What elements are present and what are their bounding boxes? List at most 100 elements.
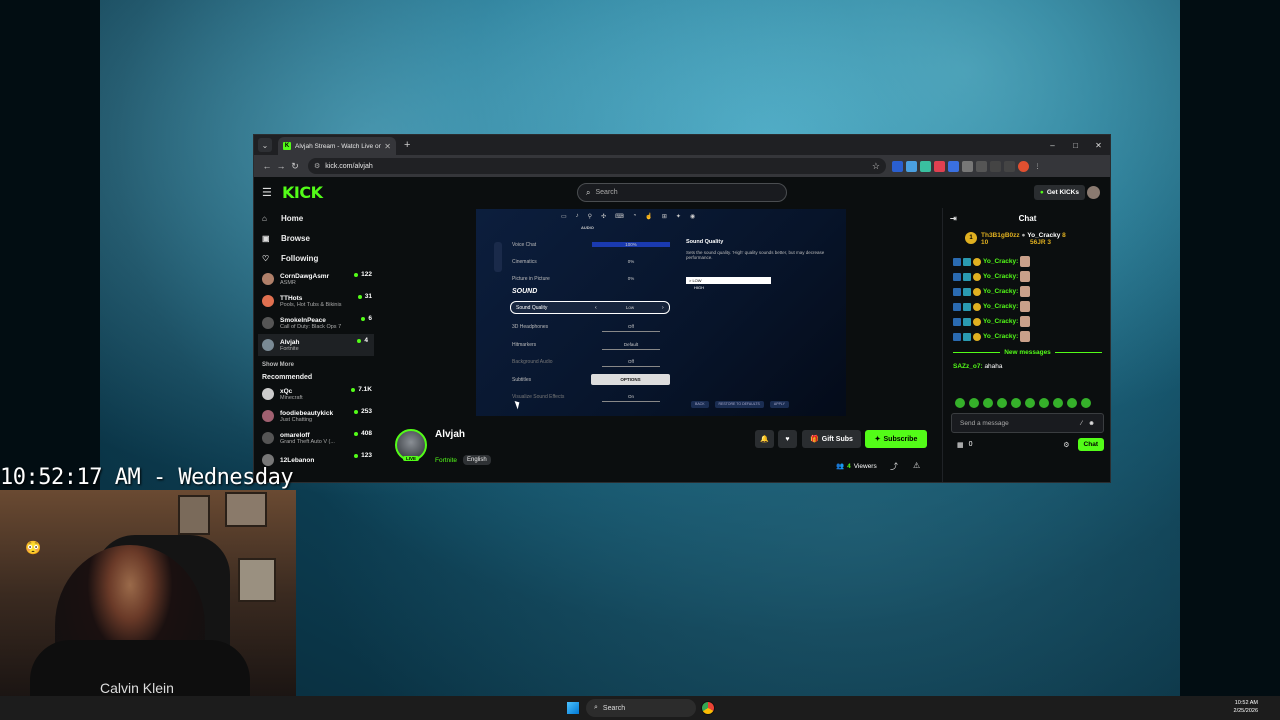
viewers-icon: 👥 — [836, 463, 845, 470]
show-more-button[interactable]: Show More — [262, 362, 378, 368]
sidebar-channel-alvjah[interactable]: Alvjah Fortnite 4 — [258, 334, 374, 356]
emote-icon[interactable] — [1025, 398, 1035, 408]
shirt-brand-text: Calvin Klein — [100, 680, 174, 696]
sidebar-channel-corndawgasmr[interactable]: CornDawgAsmr ASMR 122 — [262, 268, 378, 290]
game-settings-tabs: ▭ ♪ ⚲ ✣ ⌨ ◔ ☝ ⊞ ✦ ◉ — [561, 213, 695, 220]
gift-subs-button[interactable]: 🎁 Gift Subs — [802, 430, 861, 448]
emote-icon[interactable] — [1039, 398, 1049, 408]
share-icon[interactable]: ⤴ — [890, 461, 898, 472]
get-kicks-button[interactable]: ● Get KICKs — [1033, 185, 1085, 200]
emote-icon[interactable] — [955, 398, 965, 408]
omnibox[interactable]: ⚙ kick.com/alvjah ☆ — [308, 158, 886, 174]
emote-icon[interactable] — [1011, 398, 1021, 408]
sidebar-channel-tthots[interactable]: TTHots Pools, Hot Tubs & Bikinis 31 — [262, 290, 378, 312]
gifter-name[interactable]: Th3B1gB0zz — [981, 232, 1020, 239]
nav-home[interactable]: ⌂ Home — [262, 208, 378, 228]
user-avatar[interactable] — [1087, 186, 1100, 199]
address-bar-row: ← → ↻ ⚙ kick.com/alvjah ☆ ⋮ — [254, 155, 1110, 177]
emote-icon[interactable] — [997, 398, 1007, 408]
chat-message-input[interactable]: Send a message ⁄ ☻ — [951, 413, 1104, 433]
emoji-picker-icon[interactable]: ☻ — [1088, 420, 1095, 427]
gifter-name[interactable]: Yo_Cracky — [1027, 232, 1060, 239]
setting-value: Low — [625, 305, 635, 310]
sidebar-channel-omareloff[interactable]: omareloff Grand Theft Auto V (... 408 — [262, 427, 378, 449]
chat-settings-gear-icon[interactable]: ⚙ — [1063, 441, 1069, 449]
get-kicks-label: Get KICKs — [1046, 189, 1079, 196]
chat-username[interactable]: Yo_Cracky: — [983, 258, 1018, 265]
nav-browse[interactable]: ▣ Browse — [262, 228, 378, 248]
hamburger-menu-icon[interactable]: ☰ — [262, 186, 276, 199]
channel-points[interactable]: ▦ 0 — [957, 441, 973, 449]
notification-bell-button[interactable]: 🔔 — [755, 430, 774, 448]
restore-defaults-prompt: RESTORE TO DEFAULTS — [714, 401, 764, 408]
extension-icon[interactable] — [934, 160, 945, 172]
chat-username[interactable]: Yo_Cracky: — [983, 273, 1018, 280]
sidebar-channel-smokeinpeace[interactable]: SmokeInPeace Call of Duty: Black Ops 7 6 — [262, 312, 378, 334]
bookmark-star-icon[interactable]: ☆ — [872, 161, 880, 172]
volume-side-indicator — [494, 242, 502, 272]
channel-category: Call of Duty: Black Ops 7 — [280, 323, 342, 330]
emote-icon[interactable] — [1053, 398, 1063, 408]
sidebar-channel-foodiebeautykick[interactable]: foodiebeautykick Just Chatting 253 — [262, 405, 378, 427]
taskbar-clock[interactable]: 10:52 AM 2/25/2026 — [1234, 699, 1258, 715]
commands-icon[interactable]: ⁄ — [1081, 420, 1082, 427]
gifter-badge-icon — [973, 287, 981, 296]
new-messages-divider[interactable]: New messages — [949, 349, 1106, 356]
search-input[interactable]: ⌕ Search — [577, 183, 787, 202]
tab-search-button[interactable]: ⌄ — [258, 138, 272, 152]
follow-button[interactable]: ♥ — [778, 430, 797, 448]
back-button[interactable]: ← — [260, 161, 274, 171]
chrome-icon[interactable] — [701, 701, 715, 715]
emote-icon[interactable] — [969, 398, 979, 408]
media-icon[interactable] — [990, 160, 1001, 172]
sub-badge-icon — [963, 257, 971, 266]
forward-button[interactable]: → — [274, 161, 288, 171]
panel-description: Sets the sound quality. 'High' quality s… — [686, 250, 825, 260]
extension-icon[interactable] — [906, 160, 917, 172]
quality-option-low: > LOW — [686, 277, 771, 284]
sidepanel-icon[interactable] — [1004, 160, 1015, 172]
channel-name: xQc — [280, 387, 293, 395]
emote-icon[interactable] — [1067, 398, 1077, 408]
site-info-icon[interactable]: ⚙ — [314, 162, 320, 170]
nav-following[interactable]: ♡ Following — [262, 248, 378, 268]
send-chat-button[interactable]: Chat — [1077, 438, 1104, 451]
chat-username[interactable]: Yo_Cracky: — [983, 318, 1018, 325]
profile-icon[interactable] — [1018, 160, 1029, 172]
subscribe-button[interactable]: ✦ Subscribe — [865, 430, 927, 448]
sidebar: ⌂ Home ▣ Browse ♡ Following CornDawgAsmr… — [254, 208, 378, 482]
close-window-button[interactable]: ✕ — [1087, 141, 1110, 150]
report-icon[interactable]: ⚠ — [913, 461, 920, 470]
kicks-coin-icon: ● — [1039, 189, 1044, 196]
gift-amount: 56JR — [1030, 239, 1046, 246]
tab-close-icon[interactable]: ✕ — [384, 142, 391, 151]
chat-username[interactable]: Yo_Cracky: — [983, 333, 1018, 340]
extension-icon[interactable] — [920, 160, 931, 172]
language-tag[interactable]: English — [463, 455, 491, 465]
reload-button[interactable]: ↻ — [288, 161, 302, 172]
new-tab-button[interactable]: + — [404, 139, 410, 151]
kick-logo[interactable]: KICK — [282, 183, 323, 202]
chat-username[interactable]: Yo_Cracky: — [983, 303, 1018, 310]
windows-start-icon[interactable] — [567, 702, 579, 714]
minimize-button[interactable]: – — [1041, 141, 1064, 150]
menu-kebab-icon[interactable]: ⋮ — [1032, 161, 1043, 172]
collapse-chat-icon[interactable]: ⇥ — [950, 214, 957, 223]
maximize-button[interactable]: □ — [1064, 141, 1087, 150]
emote-icon[interactable] — [983, 398, 993, 408]
streamer-name[interactable]: Alvjah — [435, 429, 465, 440]
stream-category-link[interactable]: Fortnite — [435, 457, 457, 464]
extension-icon[interactable] — [892, 160, 903, 172]
video-player[interactable]: ▭ ♪ ⚲ ✣ ⌨ ◔ ☝ ⊞ ✦ ◉ AUDIO Voice Chat 100… — [476, 209, 846, 416]
extension-icon[interactable] — [948, 160, 959, 172]
chat-username[interactable]: Yo_Cracky: — [983, 288, 1018, 295]
sub-badge-icon — [963, 272, 971, 281]
sidebar-channel-xqc[interactable]: xQc Minecraft 7.1K — [262, 383, 378, 405]
taskbar-search[interactable]: ⌕ Search — [586, 699, 696, 717]
puzzle-icon[interactable] — [976, 160, 987, 172]
setting-row: Background Audio Off — [512, 356, 672, 367]
chat-username[interactable]: SAZz_o7: — [953, 363, 983, 370]
browser-tab[interactable]: K Alvjah Stream - Watch Live on K ✕ — [278, 137, 396, 155]
emote-icon[interactable] — [1081, 398, 1091, 408]
extension-icon[interactable] — [962, 160, 973, 172]
